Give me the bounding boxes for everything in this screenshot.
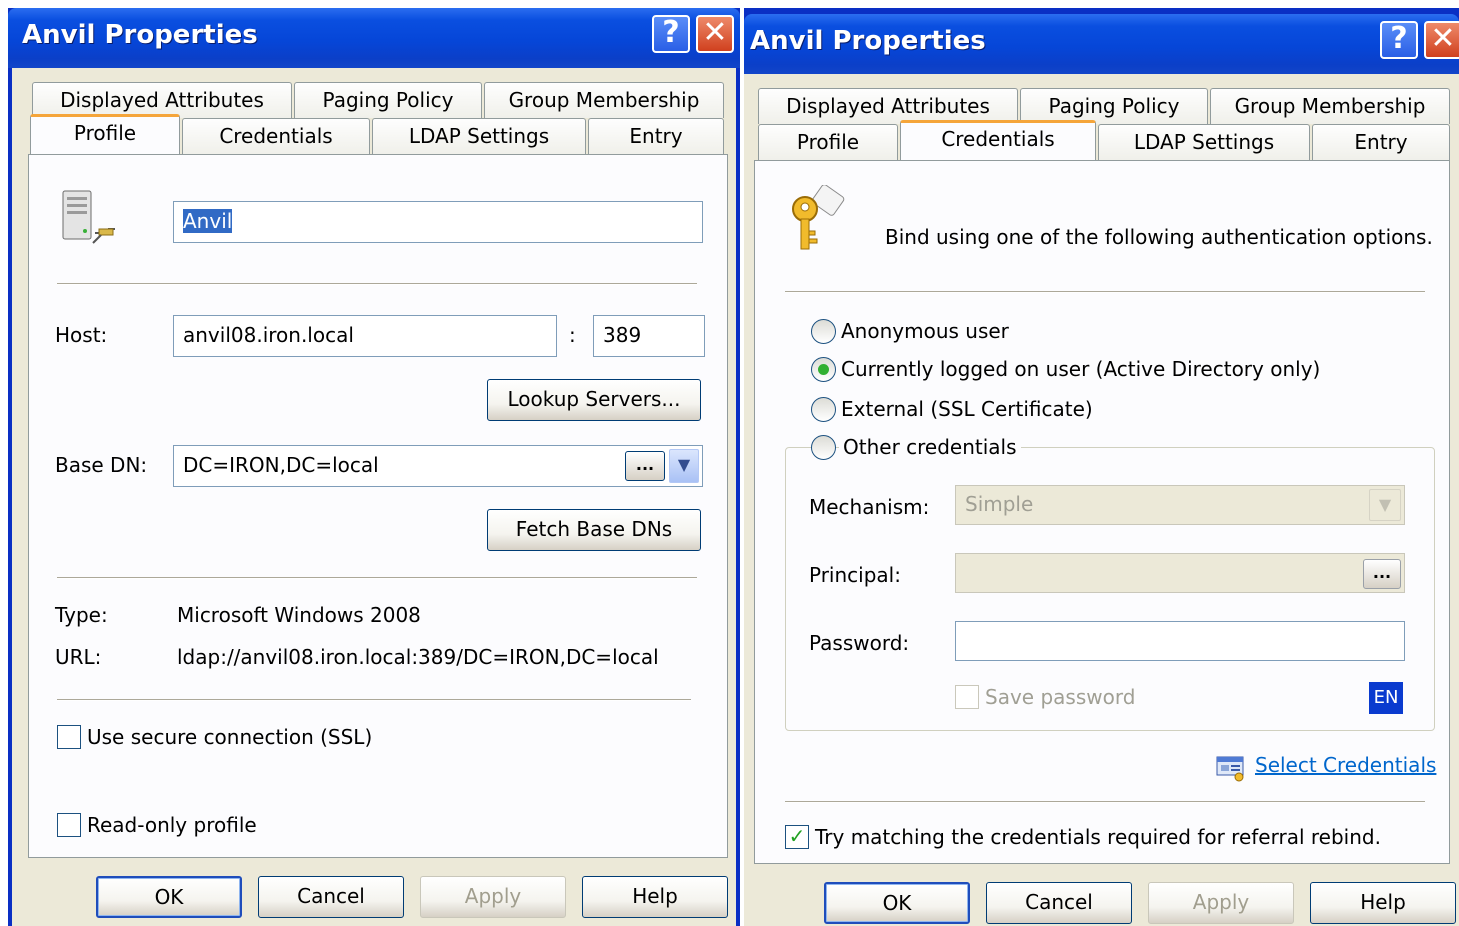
chevron-down-icon: ▼ — [677, 455, 691, 474]
cancel-button[interactable]: Cancel — [986, 882, 1132, 924]
chevron-down-icon: ▼ — [1378, 495, 1392, 514]
readonly-label[interactable]: Read-only profile — [87, 813, 257, 837]
base-dn-label: Base DN: — [55, 453, 148, 477]
help-title-button[interactable]: ? — [1380, 21, 1418, 59]
password-label: Password: — [809, 631, 910, 655]
radio-anonymous-user[interactable] — [811, 319, 836, 344]
separator — [57, 699, 691, 701]
type-value: Microsoft Windows 2008 — [177, 603, 421, 627]
close-button[interactable]: ✕ — [1424, 21, 1459, 59]
ok-button[interactable]: OK — [824, 882, 970, 924]
principal-label: Principal: — [809, 563, 901, 587]
credentials-intro: Bind using one of the following authenti… — [885, 225, 1433, 249]
window-title: Anvil Properties — [750, 26, 986, 56]
option-other-credentials[interactable]: Other credentials — [839, 435, 1021, 459]
base-dn-value: DC=IRON,DC=local — [183, 453, 379, 477]
host-label: Host: — [55, 323, 108, 347]
type-label: Type: — [55, 603, 108, 627]
checkmark-icon: ✓ — [788, 824, 806, 848]
tab-paging-policy[interactable]: Paging Policy — [1020, 88, 1208, 124]
port-input[interactable]: 389 — [593, 315, 705, 357]
principal-browse-button[interactable]: ... — [1363, 559, 1401, 589]
save-password-label[interactable]: Save password — [985, 685, 1135, 709]
title-bar[interactable]: Anvil Properties ? ✕ — [8, 8, 740, 68]
port-separator: : — [569, 323, 576, 347]
tab-displayed-attributes[interactable]: Displayed Attributes — [32, 82, 292, 118]
principal-input[interactable] — [955, 553, 1405, 593]
keys-icon — [792, 185, 845, 250]
separator — [785, 291, 1425, 293]
profile-panel: Anvil Host: anvil08.iron.local : 389 Loo… — [28, 154, 728, 858]
tab-ldap-settings[interactable]: LDAP Settings — [372, 118, 586, 154]
dialog-client-area: Displayed Attributes Paging Policy Group… — [744, 74, 1459, 926]
separator — [57, 283, 697, 285]
separator — [785, 801, 1425, 803]
radio-currently-logged-on-user[interactable] — [811, 357, 836, 382]
tab-profile[interactable]: Profile — [30, 114, 180, 154]
apply-button[interactable]: Apply — [1148, 882, 1294, 924]
title-bar[interactable]: Anvil Properties ? ✕ — [744, 14, 1459, 74]
close-button[interactable]: ✕ — [696, 15, 734, 53]
ok-button[interactable]: OK — [96, 876, 242, 918]
help-title-button[interactable]: ? — [652, 15, 690, 53]
fetch-base-dns-button[interactable]: Fetch Base DNs — [487, 509, 701, 551]
server-icon — [62, 190, 115, 244]
help-button[interactable]: Help — [1310, 882, 1456, 924]
tab-credentials[interactable]: Credentials — [182, 118, 370, 154]
url-label: URL: — [55, 645, 102, 669]
host-input[interactable]: anvil08.iron.local — [173, 315, 557, 357]
base-dn-dropdown-button[interactable]: ▼ — [669, 449, 699, 483]
apply-button[interactable]: Apply — [420, 876, 566, 918]
separator — [57, 577, 697, 579]
mechanism-select[interactable]: Simple — [955, 485, 1405, 525]
mechanism-dropdown-button[interactable]: ▼ — [1369, 489, 1401, 521]
tab-ldap-settings[interactable]: LDAP Settings — [1098, 124, 1310, 160]
option-currently-logged-on-user[interactable]: Currently logged on user (Active Directo… — [841, 357, 1320, 381]
option-external-ssl[interactable]: External (SSL Certificate) — [841, 397, 1093, 421]
referral-rebind-checkbox[interactable]: ✓ — [785, 825, 809, 849]
base-dn-combo[interactable]: DC=IRON,DC=local — [173, 445, 703, 487]
tab-profile[interactable]: Profile — [758, 124, 898, 160]
cancel-button[interactable]: Cancel — [258, 876, 404, 918]
tab-entry[interactable]: Entry — [1312, 124, 1450, 160]
window-title: Anvil Properties — [22, 20, 258, 50]
properties-dialog-profile: Anvil Properties ? ✕ Displayed Attribute… — [8, 8, 740, 926]
lookup-servers-button[interactable]: Lookup Servers... — [487, 379, 701, 421]
ssl-checkbox[interactable] — [57, 725, 81, 749]
radio-external-ssl[interactable] — [811, 397, 836, 422]
properties-dialog-credentials: Anvil Properties ? ✕ Displayed Attribute… — [744, 8, 1459, 926]
url-value: ldap://anvil08.iron.local:389/DC=IRON,DC… — [177, 645, 659, 669]
tab-group-membership[interactable]: Group Membership — [484, 82, 724, 118]
ssl-label[interactable]: Use secure connection (SSL) — [87, 725, 372, 749]
tab-group-membership[interactable]: Group Membership — [1210, 88, 1450, 124]
dialog-client-area: Displayed Attributes Paging Policy Group… — [12, 68, 736, 926]
tab-credentials[interactable]: Credentials — [900, 120, 1096, 160]
referral-rebind-label[interactable]: Try matching the credentials required fo… — [815, 825, 1381, 849]
base-dn-browse-button[interactable]: ... — [625, 451, 665, 481]
option-anonymous-user[interactable]: Anonymous user — [841, 319, 1009, 343]
password-input[interactable] — [955, 621, 1405, 661]
readonly-checkbox[interactable] — [57, 813, 81, 837]
tab-paging-policy[interactable]: Paging Policy — [294, 82, 482, 118]
tab-entry[interactable]: Entry — [588, 118, 724, 154]
tab-displayed-attributes[interactable]: Displayed Attributes — [758, 88, 1018, 124]
select-credentials-link[interactable]: Select Credentials — [1255, 753, 1436, 777]
radio-selected-dot — [818, 364, 829, 375]
mechanism-label: Mechanism: — [809, 495, 930, 519]
radio-other-credentials[interactable] — [811, 435, 836, 460]
profile-name-text: Anvil — [183, 209, 233, 233]
credentials-card-icon — [1216, 756, 1244, 782]
credentials-panel: Bind using one of the following authenti… — [754, 160, 1450, 864]
help-button[interactable]: Help — [582, 876, 728, 918]
language-indicator: EN — [1369, 682, 1403, 714]
save-password-checkbox[interactable] — [955, 685, 979, 709]
profile-name-input[interactable]: Anvil — [173, 201, 703, 243]
